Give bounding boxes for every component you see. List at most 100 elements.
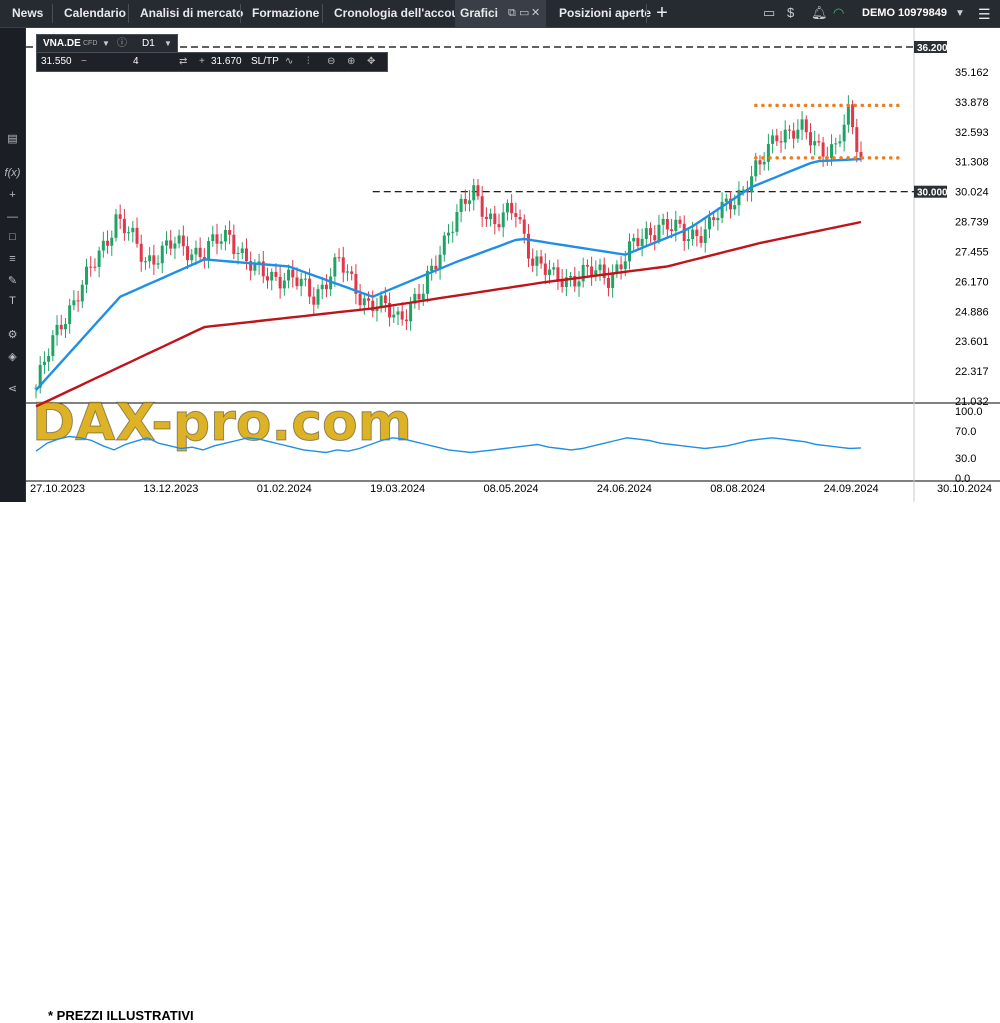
fib-icon[interactable]: ≡ — [0, 252, 25, 266]
chart-panel-icon[interactable]: ▤ — [0, 132, 25, 146]
candle-body — [636, 237, 640, 247]
candle-body — [101, 240, 105, 251]
volume-input[interactable]: 4 — [133, 53, 139, 70]
candle-body — [442, 235, 446, 255]
swap-icon[interactable]: ⇄ — [179, 53, 187, 70]
candle-body — [501, 212, 505, 228]
candle-body — [813, 141, 817, 146]
popout-icon[interactable]: ⧉ — [508, 7, 516, 20]
plus-button[interactable]: + — [199, 53, 205, 70]
settings-icon[interactable]: ⚙︎ — [0, 328, 25, 342]
date-tick-label: 27.10.2023 — [30, 483, 85, 495]
add-tab-button[interactable]: + — [650, 2, 674, 25]
candle-body — [194, 247, 198, 255]
candle-body — [274, 271, 278, 277]
close-icon[interactable]: ✕ — [531, 7, 540, 20]
function-icon[interactable]: f(x) — [0, 166, 25, 180]
candle-body — [707, 217, 711, 230]
candle-body — [143, 261, 147, 263]
candle-body — [80, 284, 84, 302]
chevron-down-icon[interactable]: ▼ — [102, 35, 110, 52]
candle-body — [303, 278, 307, 280]
candle-body — [606, 277, 610, 288]
chart-canvas[interactable]: DAX-pro.com 35.16233.87832.59331.30830.0… — [26, 28, 1000, 502]
price-tick-label: 35.162 — [955, 67, 989, 79]
candle-body — [653, 235, 657, 241]
ask-price[interactable]: 31.670 — [211, 53, 242, 70]
candle-body — [156, 263, 160, 265]
candle-body — [514, 213, 518, 218]
minus-button[interactable]: − — [81, 53, 87, 70]
line-tool-icon[interactable]: — — [0, 210, 25, 224]
account-label[interactable]: DEMO 10979849 — [862, 0, 947, 27]
candle-body — [834, 143, 838, 145]
candle-body — [808, 132, 812, 146]
move-icon[interactable]: ✥ — [367, 53, 375, 70]
share-icon[interactable]: ⋖ — [0, 382, 25, 396]
price-chart[interactable]: DAX-pro.com 35.162 33.878 32.593 31.308 30.0… — [26, 28, 1000, 502]
candle-body — [484, 216, 488, 220]
date-tick-label: 08.05.2024 — [484, 483, 539, 495]
candle-body — [207, 241, 211, 260]
symbol-selector[interactable]: VNA.DE CFD ▼ ⓘ D1 ▼ — [36, 34, 178, 53]
candle-body — [223, 229, 227, 242]
text-tool-icon[interactable]: T — [0, 294, 25, 308]
candle-body — [678, 219, 682, 224]
nav-posizioni-aperte[interactable]: Posizioni aperte — [551, 0, 659, 27]
candle-body — [640, 238, 644, 247]
window-layout-icon[interactable]: ▭ — [763, 5, 775, 21]
candle-body — [598, 264, 602, 271]
dollar-icon[interactable]: $ — [787, 5, 794, 21]
candle-body — [379, 295, 383, 308]
nav-analisi-di-mercato[interactable]: Analisi di mercato — [132, 0, 251, 27]
candle-body — [800, 119, 804, 130]
menu-icon[interactable]: ☰ — [978, 6, 991, 23]
sltp-button[interactable]: SL/TP — [251, 53, 279, 70]
candle-body — [337, 257, 341, 259]
candle-body — [59, 324, 63, 330]
info-icon[interactable]: ⓘ — [117, 35, 127, 52]
candle-body — [510, 202, 514, 214]
nav-calendario[interactable]: Calendario — [56, 0, 134, 27]
candle-body — [287, 269, 291, 281]
candle-body — [76, 300, 80, 302]
indicator-icon[interactable]: ⫶ — [307, 53, 310, 70]
timeframe-label[interactable]: D1 — [142, 35, 155, 52]
candle-body — [345, 271, 349, 273]
candle-body — [569, 275, 573, 278]
candle-body — [787, 129, 791, 131]
candle-body — [173, 243, 177, 249]
nav-formazione[interactable]: Formazione — [244, 0, 327, 27]
symbol-name[interactable]: VNA.DE — [43, 35, 81, 52]
bid-price[interactable]: 31.550 — [41, 53, 72, 70]
zoom-in-icon[interactable]: ⊕ — [347, 53, 355, 70]
rsi-tick-label: 100.0 — [955, 406, 983, 418]
wifi-icon: ◠ — [833, 5, 845, 20]
candle-body — [266, 276, 270, 281]
candle-body — [114, 214, 118, 238]
candle-body — [476, 185, 480, 197]
price-tick-label: 26.170 — [955, 276, 989, 288]
chevron-down-icon[interactable]: ▼ — [955, 0, 965, 27]
date-tick-label: 24.09.2024 — [824, 483, 879, 495]
nav-news[interactable]: News — [4, 0, 51, 27]
candle-body — [539, 256, 543, 264]
candle-body — [754, 160, 758, 177]
candle-body — [51, 335, 55, 356]
line-chart-icon[interactable]: ∿ — [285, 53, 293, 70]
zoom-out-icon[interactable]: ⊖ — [327, 53, 335, 70]
crosshair-icon[interactable]: + — [0, 188, 25, 202]
candle-body — [291, 269, 295, 278]
candle-body — [127, 232, 131, 234]
price-tick-label: 33.878 — [955, 97, 989, 109]
bell-icon[interactable]: 🔔︎ — [811, 5, 828, 21]
candle-body — [240, 248, 244, 253]
nav-separator — [646, 4, 647, 23]
chevron-down-icon[interactable]: ▼ — [164, 35, 172, 52]
candle-body — [164, 240, 168, 246]
layers-icon[interactable]: ◈ — [0, 350, 25, 364]
rectangle-icon[interactable]: □ — [0, 230, 25, 244]
pen-icon[interactable]: ✎ — [0, 274, 25, 288]
window-icon[interactable]: ▭ — [519, 7, 529, 20]
candle-body — [670, 229, 674, 231]
